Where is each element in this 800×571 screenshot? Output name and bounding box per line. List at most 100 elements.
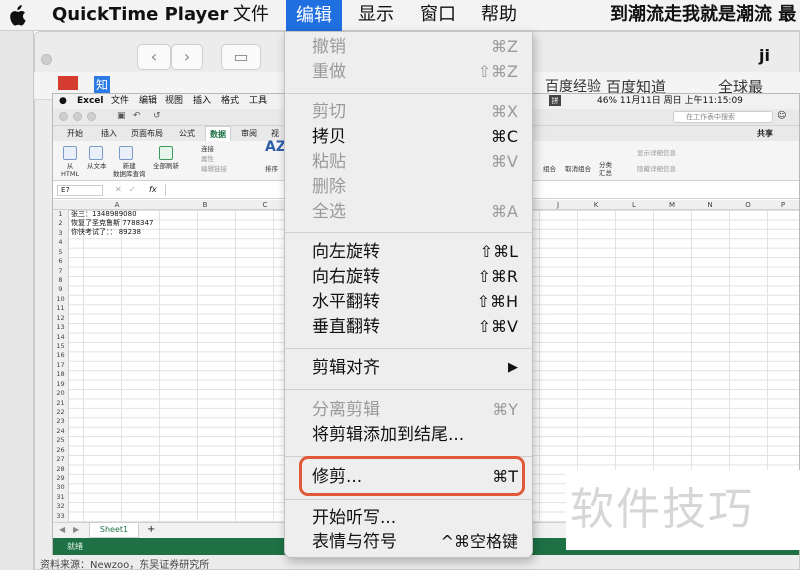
row-header[interactable]: 16 [53,351,68,360]
cell-a2[interactable]: 恢复了圣克鲁斯 7788347 [71,219,153,228]
add-sheet-button[interactable]: + [147,524,155,535]
col-l[interactable]: L [615,200,653,210]
apple-icon-small[interactable]: ● [59,95,67,108]
row-header[interactable]: 24 [53,427,68,436]
row-header[interactable]: 5 [53,248,68,257]
row-header[interactable]: 11 [53,304,68,313]
menu-edit[interactable]: 编辑 [286,0,342,31]
cell-a3[interactable]: 你快考试了：： 89238 [71,228,141,237]
hide-detail-button[interactable]: 隐藏详细信息 [637,165,676,173]
col-n[interactable]: N [691,200,729,210]
row-header[interactable]: 4 [53,238,68,247]
row-header[interactable]: 27 [53,455,68,464]
excel-max-light[interactable] [87,112,96,121]
excel-menu-view[interactable]: 视图 [165,95,183,108]
menu-item-emoji-symbols[interactable]: 表情与符号 ^⌘空格键 [312,530,522,554]
row-header[interactable]: 25 [53,436,68,445]
row-header[interactable]: 33 [53,512,68,521]
menu-file[interactable]: 文件 [233,3,269,27]
menu-item-paste[interactable]: 粘贴 ⌘V [312,150,522,174]
row-header[interactable]: 21 [53,399,68,408]
app-menu-quicktime[interactable]: QuickTime Player [52,3,228,27]
row-header[interactable]: 31 [53,493,68,502]
undo-icon[interactable]: ↶ [133,111,141,121]
from-html-button[interactable]: 从 HTML [61,162,79,178]
col-m[interactable]: M [653,200,691,210]
menu-item-flip-vertical[interactable]: 垂直翻转 ⇧⌘V [312,315,522,339]
share-button[interactable]: 共享 [757,128,773,139]
row-header[interactable]: 8 [53,276,68,285]
excel-menu-tools[interactable]: 工具 [249,95,267,108]
row-header[interactable]: 9 [53,285,68,294]
sidebar-toggle-button[interactable]: ▭ [221,44,261,70]
excel-menu-insert[interactable]: 插入 [193,95,211,108]
row-header[interactable]: 1 [53,210,68,219]
menu-item-rotate-left[interactable]: 向左旋转 ⇧⌘L [312,240,522,264]
redo-icon[interactable]: ↺ [153,111,161,121]
name-box[interactable]: E7 [57,185,103,196]
col-b[interactable]: B [165,200,245,210]
cell-a1[interactable]: 张三：1348989080 [71,210,137,219]
cancel-icon[interactable]: ✕ [115,185,122,194]
edit-links-button[interactable]: 编辑链接 [201,165,227,173]
function-icon[interactable]: fx [149,185,157,194]
row-header[interactable]: 20 [53,389,68,398]
connections-button[interactable]: 连接 [201,145,214,153]
col-a[interactable]: A [69,200,165,210]
row-header[interactable]: 7 [53,267,68,276]
tab-formulas[interactable]: 公式 [179,128,195,139]
row-header[interactable]: 19 [53,380,68,389]
menu-item-split-clip[interactable]: 分离剪辑 ⌘Y [312,398,522,422]
tab-page-layout[interactable]: 页面布局 [131,128,163,139]
menu-view[interactable]: 显示 [358,3,394,27]
row-header[interactable]: 17 [53,361,68,370]
row-header[interactable]: 14 [53,333,68,342]
new-database-query-button[interactable]: 新建 数据库查询 [113,162,146,178]
enter-icon[interactable]: ✓ [129,185,136,194]
row-header[interactable]: 29 [53,474,68,483]
next-sheet-icon[interactable]: ▶ [73,525,79,534]
subtotal-button[interactable]: 分类 汇总 [599,161,612,177]
back-button[interactable]: ‹ [137,44,171,70]
menu-item-start-dictation[interactable]: 开始听写... [312,506,522,530]
tab-view-partial[interactable]: 视 [271,128,279,139]
menu-help[interactable]: 帮助 [481,3,517,27]
menu-item-align-clip[interactable]: 剪辑对齐 ▶ [312,356,522,380]
menu-item-flip-horizontal[interactable]: 水平翻转 ⇧⌘H [312,290,522,314]
bookmark-favicon-red[interactable] [58,76,78,90]
row-header[interactable]: 13 [53,323,68,332]
menu-item-delete[interactable]: 删除 [312,175,522,199]
excel-menu-edit[interactable]: 编辑 [139,95,157,108]
row-header[interactable]: 6 [53,257,68,266]
row-header[interactable]: 2 [53,219,68,228]
menu-item-undo[interactable]: 撤销 ⌘Z [312,35,522,59]
menu-item-cut[interactable]: 剪切 ⌘X [312,100,522,124]
menu-item-copy[interactable]: 拷贝 ⌘C [312,125,522,149]
excel-close-light[interactable] [59,112,68,121]
sheet-search-input[interactable]: 在工作表中搜索 [673,111,773,123]
tab-home[interactable]: 开始 [67,128,83,139]
forward-button[interactable]: › [171,44,203,70]
menu-window[interactable]: 窗口 [420,3,456,27]
show-detail-button[interactable]: 显示详细信息 [637,149,676,157]
col-k[interactable]: K [577,200,615,210]
excel-min-light[interactable] [73,112,82,121]
refresh-all-button[interactable]: 全部刷新 [153,162,179,170]
row-header[interactable]: 30 [53,483,68,492]
row-header[interactable]: 28 [53,465,68,474]
row-header[interactable]: 26 [53,446,68,455]
excel-menu-app[interactable]: Excel [77,95,103,108]
col-c[interactable]: C [245,200,285,210]
group-button[interactable]: 组合 [543,165,556,173]
row-header[interactable]: 10 [53,295,68,304]
close-traffic-light[interactable] [41,54,52,65]
col-p[interactable]: P [767,200,799,210]
col-j[interactable]: J [539,200,577,210]
sort-button[interactable]: 排序 [265,165,278,173]
ungroup-button[interactable]: 取消组合 [565,165,591,173]
menu-item-select-all[interactable]: 全选 ⌘A [312,200,522,224]
row-header[interactable]: 12 [53,314,68,323]
tab-review[interactable]: 审阅 [241,128,257,139]
menu-item-rotate-right[interactable]: 向右旋转 ⇧⌘R [312,265,522,289]
row-header[interactable]: 22 [53,408,68,417]
